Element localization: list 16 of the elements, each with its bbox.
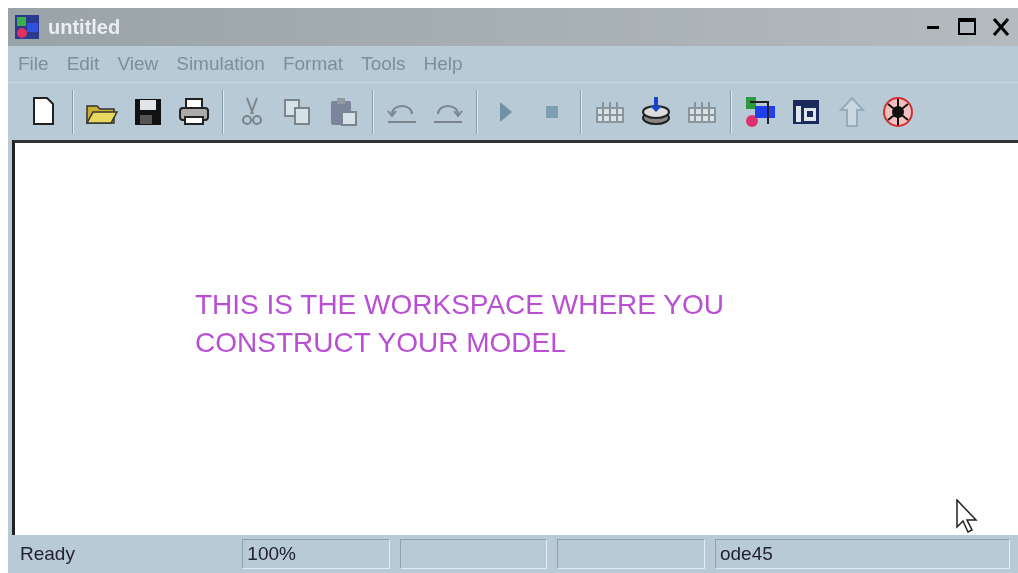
menu-item[interactable]: Edit bbox=[60, 49, 112, 79]
status-pane: ode45 bbox=[714, 539, 1010, 569]
window-title: untitled bbox=[48, 15, 121, 40]
app-icon bbox=[14, 14, 40, 40]
workspace-annotation: THIS IS THE WORKSPACE WHERE YOU CONSTRUCT YOUR MODEL bbox=[195, 288, 725, 360]
play-icon bbox=[498, 99, 514, 124]
menu-item[interactable]: View bbox=[111, 49, 171, 79]
status-pane: 100% bbox=[242, 539, 390, 569]
stop-icon bbox=[545, 104, 559, 119]
menu-item[interactable]: File bbox=[12, 49, 61, 79]
menu-item[interactable]: Format bbox=[276, 49, 356, 79]
menu-item[interactable]: Help bbox=[417, 49, 475, 79]
minimize-icon bbox=[926, 24, 940, 30]
status-text: Ready bbox=[19, 541, 76, 566]
menu-item[interactable]: Tools bbox=[355, 49, 418, 79]
menu-item[interactable]: Simulation bbox=[170, 49, 277, 79]
